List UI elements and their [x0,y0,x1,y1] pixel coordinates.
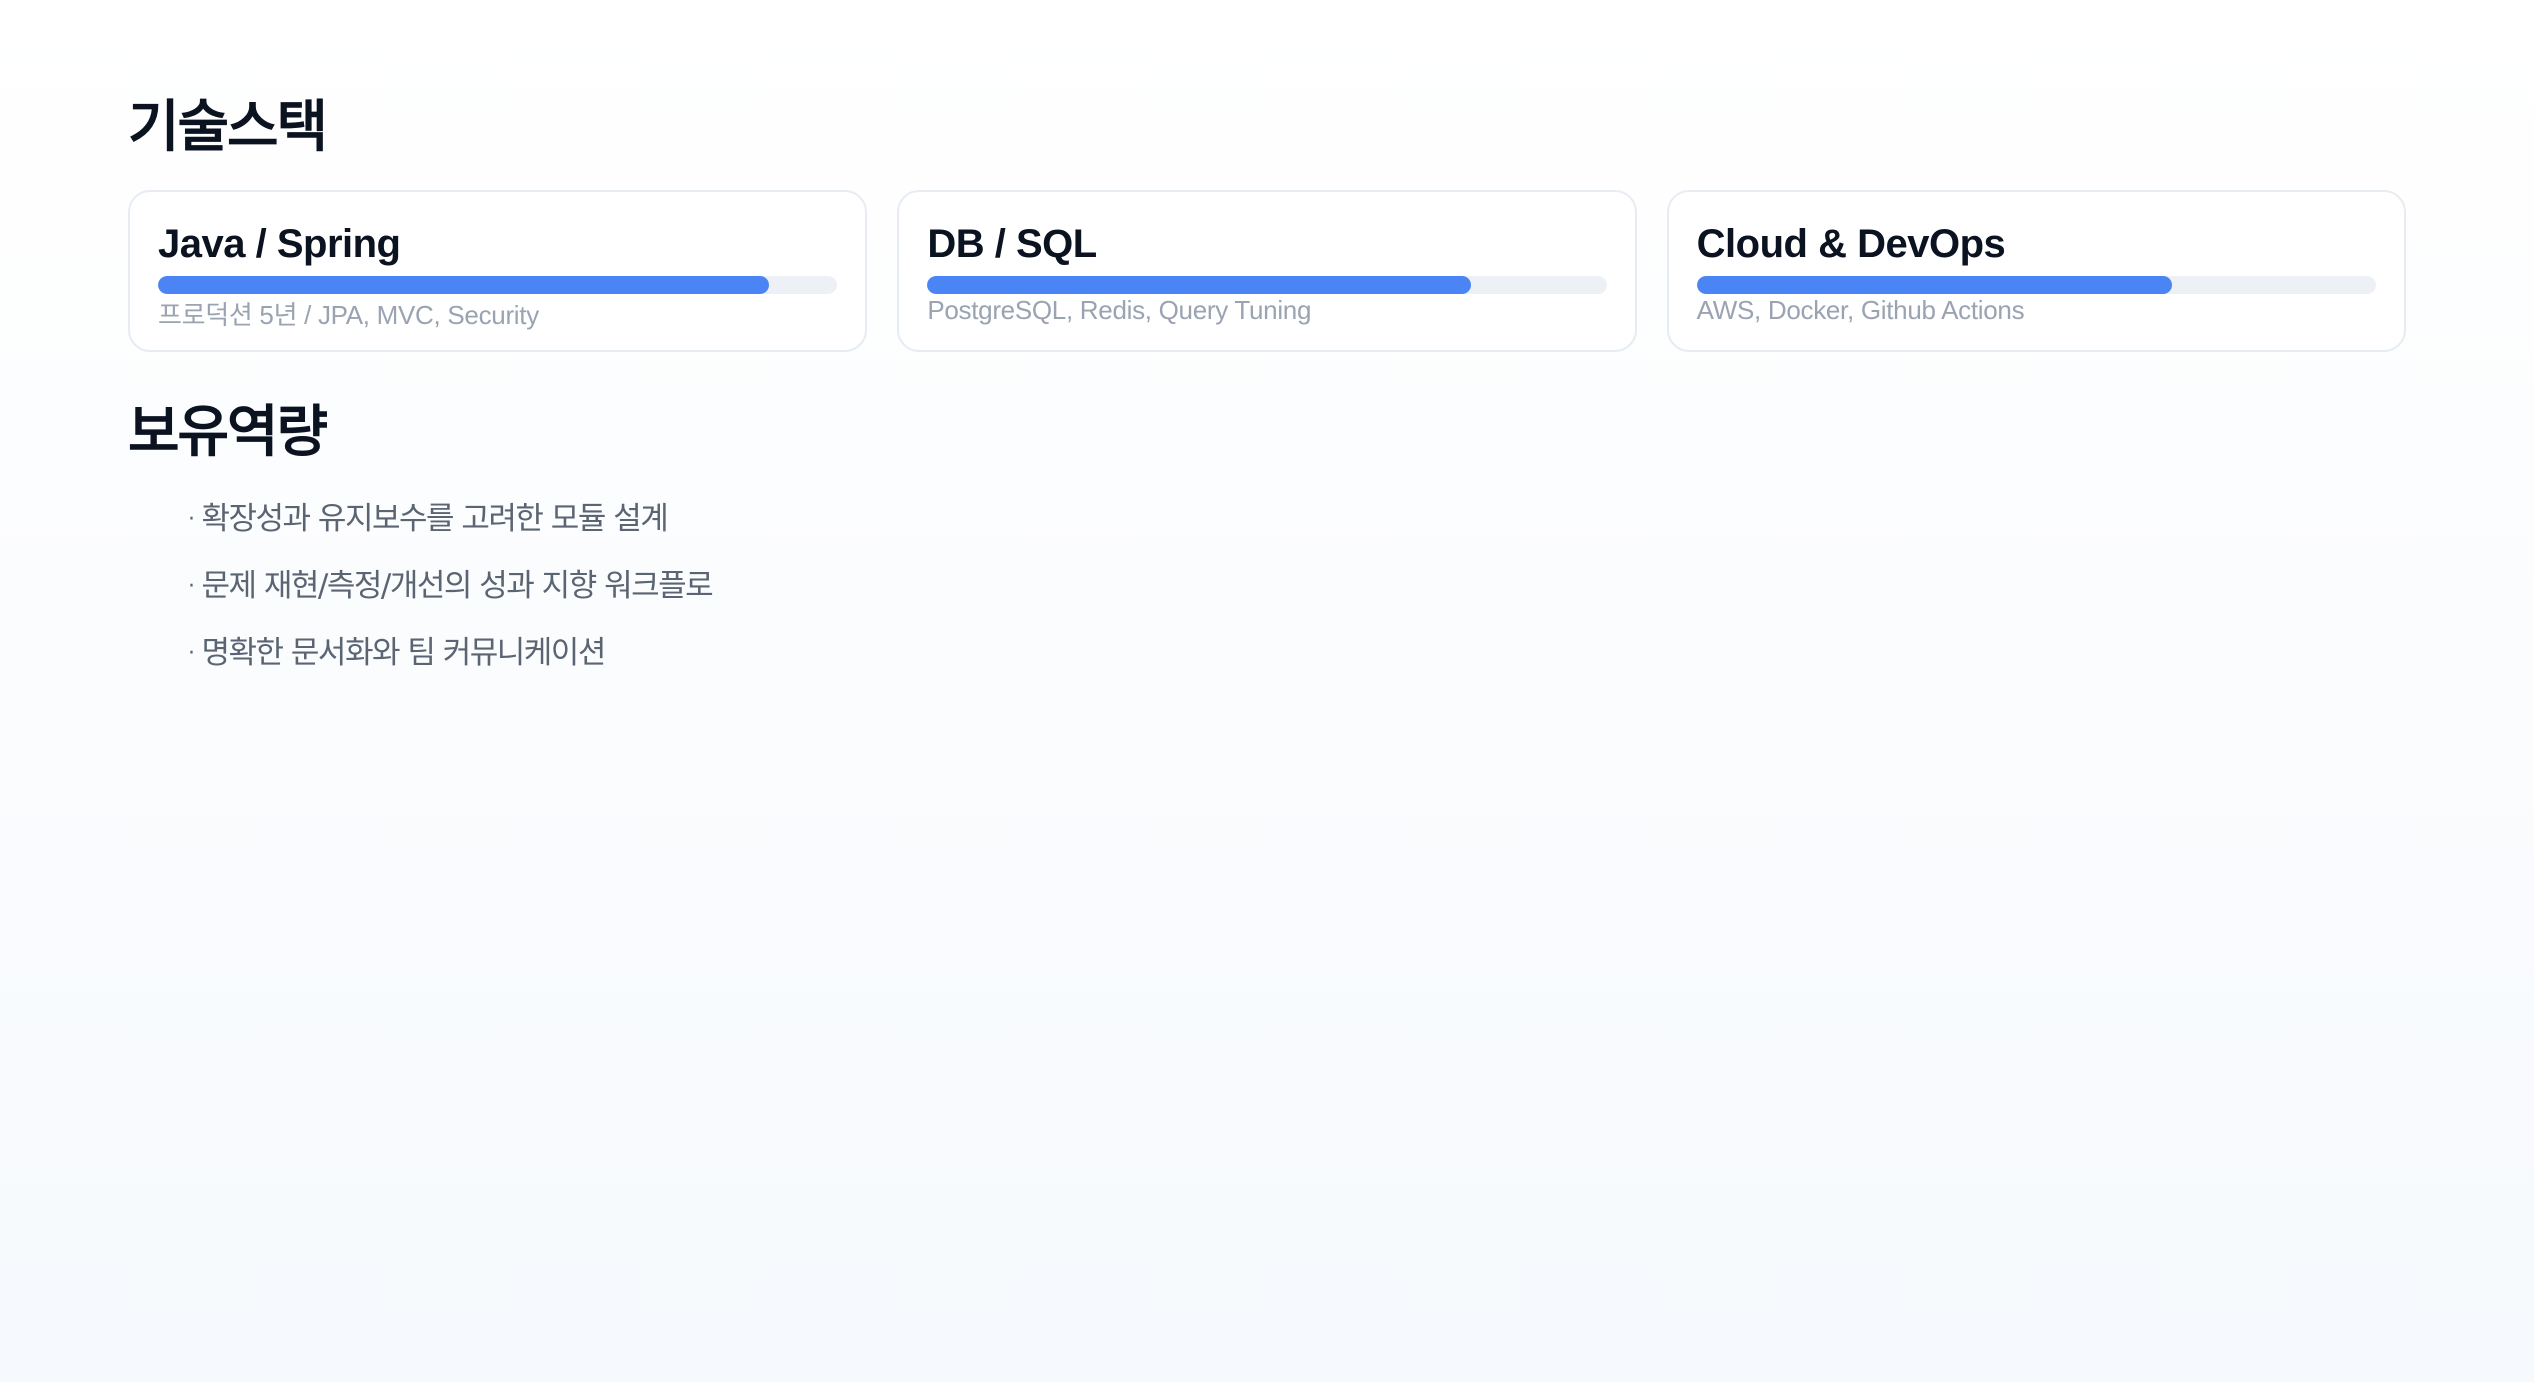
skill-level-track [158,276,838,294]
skill-cards: Java / Spring 프로덕션 5년 / JPA, MVC, Securi… [128,190,2406,352]
skill-level-track [1696,276,2376,294]
skill-card-description: AWS, Docker, Github Actions [1696,295,2025,325]
skill-card-name: Java / Spring [158,222,401,266]
skill-card-java-spring: Java / Spring 프로덕션 5년 / JPA, MVC, Securi… [128,190,868,352]
bullet-icon: · [188,574,195,599]
skill-card-name: Cloud & DevOps [1696,222,2006,266]
strength-item: · 명확한 문서화와 팀 커뮤니케이션 [188,629,712,696]
strength-item-text: 확장성과 유지보수를 고려한 모듈 설계 [201,501,669,537]
bullet-icon: · [188,507,195,532]
skill-card-cloud-devops: Cloud & DevOps AWS, Docker, Github Actio… [1666,190,2406,352]
skill-card-db-sql: DB / SQL PostgreSQL, Redis, Query Tuning [897,190,1637,352]
skill-level-track [927,276,1607,294]
strength-item-text: 문제 재현/측정/개선의 성과 지향 워크플로 [201,568,714,604]
skill-level-fill [1696,276,2173,294]
strengths-section-title: 보유역량 [128,400,328,465]
skill-level-fill [927,276,1471,294]
skills-section-title: 기술스택 [128,95,328,160]
strength-item-text: 명확한 문서화와 팀 커뮤니케이션 [201,635,607,671]
skill-card-description: 프로덕션 5년 / JPA, MVC, Security [158,300,539,330]
strengths-list: · 확장성과 유지보수를 고려한 모듈 설계 · 문제 재현/측정/개선의 성과 지… [188,495,714,696]
strength-item: · 확장성과 유지보수를 고려한 모듈 설계 [188,495,712,562]
skill-card-description: PostgreSQL, Redis, Query Tuning [927,295,1312,325]
skill-card-name: DB / SQL [927,222,1097,266]
skill-level-fill [158,276,770,294]
bullet-icon: · [188,641,195,666]
strength-item: · 문제 재현/측정/개선의 성과 지향 워크플로 [188,562,714,629]
